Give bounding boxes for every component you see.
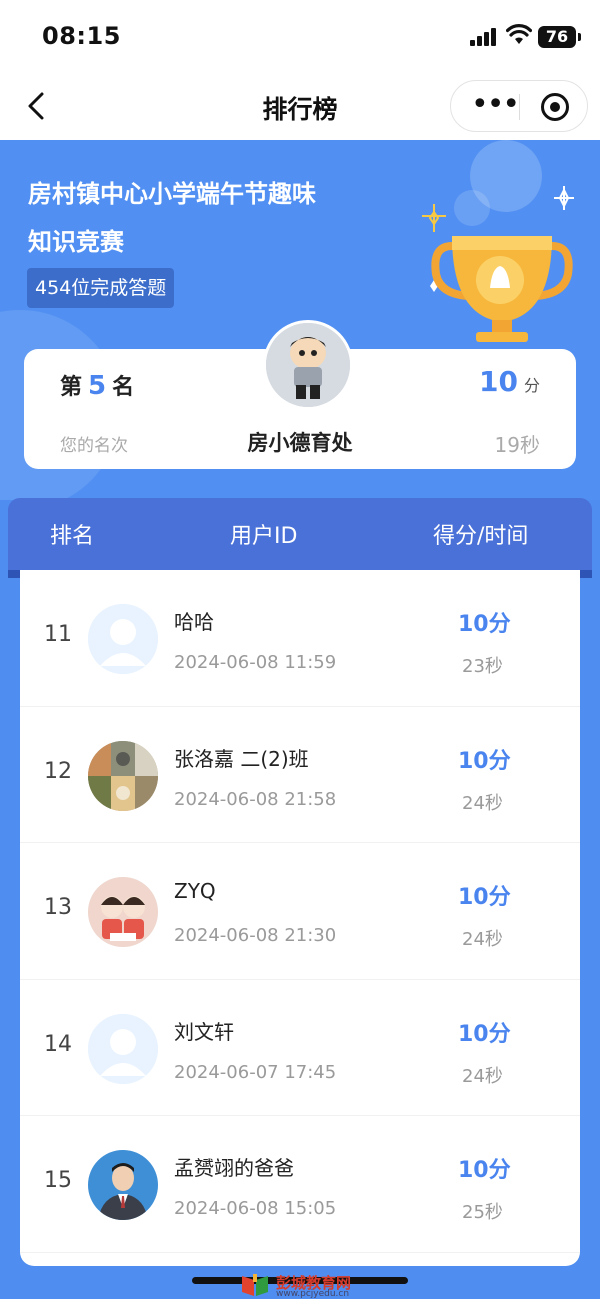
cartoon-avatar: [88, 877, 158, 948]
signal-icon: [470, 28, 498, 46]
ranking-table-header: 排名 用户ID 得分/时间: [8, 498, 592, 578]
more-icon[interactable]: •••: [471, 90, 520, 120]
watermark-url: www.pcjyedu.cn: [276, 1289, 350, 1299]
status-time: 08:15: [42, 22, 121, 50]
row-score: 10分: [458, 748, 511, 774]
rank-prefix: 第: [60, 375, 83, 400]
row-date: 2024-06-08 21:58: [174, 788, 337, 810]
my-rank-card: 第5名 您的名次 房小德育处 10 分 19秒: [24, 320, 576, 469]
photo-avatar: [88, 1150, 158, 1221]
row-rank: 15: [44, 1168, 72, 1194]
row-score: 10分: [458, 885, 511, 911]
row-name: 张洛嘉 二(2)班: [174, 746, 309, 771]
list-item: 12 张洛嘉 二(2)班 2024-06-08 21:58 10分 24秒: [20, 707, 580, 844]
list-item: 13 ZYQ 2024-06-08 21:30 10分 24秒: [20, 843, 580, 980]
my-rank: 第5名: [60, 369, 134, 401]
row-date: 2024-06-07 17:45: [174, 1061, 337, 1083]
mini-program-capsule: •••: [450, 80, 588, 132]
status-bar: 08:15 76: [0, 0, 600, 72]
row-score: 10分: [458, 1158, 511, 1184]
row-date: 2024-06-08 11:59: [174, 652, 337, 673]
row-score: 10分: [458, 1021, 511, 1047]
rank-number: 5: [88, 371, 107, 401]
rank-suffix: 名: [112, 375, 135, 400]
row-name: 孟赟翊的爸爸: [174, 1156, 294, 1181]
quiz-title-line2: 知识竞赛: [28, 228, 124, 256]
my-score: 10 分: [479, 365, 540, 398]
trophy-icon: [422, 186, 574, 342]
my-score-value: 10: [479, 365, 518, 398]
default-avatar-icon: [88, 604, 158, 674]
row-time: 24秒: [462, 929, 503, 951]
row-name: 刘文轩: [174, 1019, 234, 1044]
header-user-id: 用户ID: [230, 524, 298, 549]
list-item: 14 刘文轩 2024-06-07 17:45 10分 24秒: [20, 980, 580, 1117]
row-date: 2024-06-08 15:05: [174, 1198, 337, 1220]
row-name: ZYQ: [174, 879, 216, 904]
capsule-divider: [519, 94, 520, 120]
row-time: 23秒: [462, 656, 503, 677]
my-avatar: [263, 320, 353, 410]
my-name: 房小德育处: [247, 431, 353, 455]
row-date: 2024-06-08 21:30: [174, 925, 337, 947]
completed-count-badge: 454位完成答题: [27, 268, 175, 308]
row-score: 10分: [458, 612, 511, 637]
row-rank: 14: [44, 1031, 72, 1057]
watermark: 彭城教育网 www.pcjyedu.cn: [240, 1272, 351, 1299]
book-logo-icon: [242, 1274, 268, 1296]
default-avatar-icon: [88, 1013, 158, 1084]
row-time: 24秒: [462, 792, 503, 814]
quiz-title: 房村镇中心小学端午节趣味 知识竞赛: [28, 170, 388, 266]
list-item: 11 哈哈 2024-06-08 11:59 10分 23秒: [20, 570, 580, 707]
battery-icon: 76: [538, 26, 581, 48]
row-rank: 11: [44, 622, 72, 647]
list-item: 15 孟赟翊的爸爸 2024-06-08 15:05 10分 25秒: [20, 1116, 580, 1253]
my-score-unit: 分: [523, 376, 540, 395]
row-name: 哈哈: [174, 610, 214, 634]
header-rank: 排名: [50, 524, 95, 549]
my-time: 19秒: [494, 433, 540, 457]
row-time: 25秒: [462, 1202, 503, 1224]
row-rank: 13: [44, 895, 72, 921]
quiz-title-line1: 房村镇中心小学端午节趣味: [28, 180, 316, 208]
row-rank: 12: [44, 758, 72, 784]
row-time: 24秒: [462, 1065, 503, 1087]
header-score-time: 得分/时间: [433, 524, 529, 549]
nav-bar: 排行榜 •••: [0, 72, 600, 140]
pets-avatar: [88, 740, 158, 811]
wifi-icon: [506, 24, 532, 44]
ranking-list[interactable]: 11 哈哈 2024-06-08 11:59 10分 23秒 12 张洛嘉 二(…: [20, 570, 580, 1266]
close-target-icon[interactable]: [541, 93, 569, 121]
